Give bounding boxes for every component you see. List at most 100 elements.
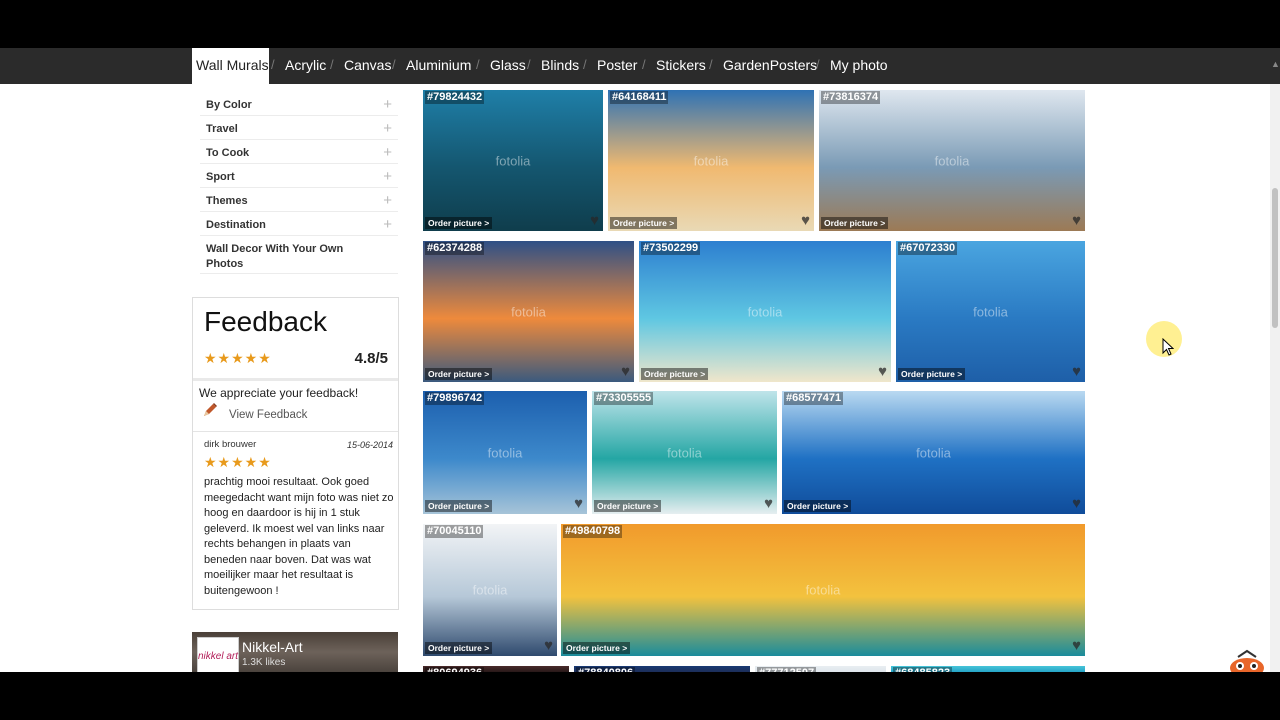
nav-item-canvas[interactable]: Canvas <box>340 48 391 84</box>
fotolia-watermark: fotolia <box>495 153 531 168</box>
photo-id: #79824432 <box>425 91 485 104</box>
fotolia-watermark: fotolia <box>487 445 523 460</box>
order-picture-link[interactable]: Order picture > <box>425 500 493 512</box>
facebook-page-widget[interactable]: nikkel art Nikkel-Art 1.3K likes <box>192 632 398 672</box>
gallery-photo-tile[interactable]: #73816374 fotolia Order picture > ♥ <box>819 90 1085 231</box>
nav-item-acrylic[interactable]: Acrylic <box>281 48 327 84</box>
pencil-icon <box>204 403 217 416</box>
divider <box>193 378 398 381</box>
photo-id: #78840806 <box>576 667 636 672</box>
expand-plus-icon[interactable]: + <box>383 168 392 185</box>
gallery-photo-tile[interactable]: #70045110 fotolia Order picture > ♥ <box>423 524 557 656</box>
expand-plus-icon[interactable]: + <box>383 96 392 113</box>
sidebar-item-label: By Color <box>206 99 252 111</box>
review-text: prachtig mooi resultaat. Ook goed meeged… <box>204 476 394 597</box>
scroll-up-arrow-icon[interactable]: ▲ <box>1271 60 1280 69</box>
order-picture-link[interactable]: Order picture > <box>821 217 889 229</box>
gallery-photo-tile[interactable]: #62374288 fotolia Order picture > ♥ <box>423 241 634 382</box>
review-author: dirk brouwer <box>204 439 257 450</box>
gallery-photo-tile[interactable]: #80694936 <box>423 666 569 672</box>
nav-item-my-photo[interactable]: My photo <box>826 48 890 84</box>
order-picture-link[interactable]: Order picture > <box>425 642 493 654</box>
scrollbar-thumb[interactable] <box>1272 188 1278 328</box>
gallery-photo-tile[interactable]: #68577471 fotolia Order picture > ♥ <box>782 391 1085 514</box>
nav-item-blinds[interactable]: Blinds <box>537 48 579 84</box>
order-picture-link[interactable]: Order picture > <box>610 217 678 229</box>
order-picture-link[interactable]: Order picture > <box>594 500 662 512</box>
feedback-rating-stars: ★★★★★ <box>204 350 272 366</box>
gallery-photo-tile[interactable]: #79896742 fotolia Order picture > ♥ <box>423 391 587 514</box>
nav-item-aluminium[interactable]: Aluminium <box>402 48 472 84</box>
fotolia-watermark: fotolia <box>805 582 841 598</box>
gallery-photo-tile[interactable]: #78840806 <box>574 666 750 672</box>
top-navigation: Wall Murals Acrylic / Canvas / Aluminium / Glas… <box>0 48 1280 84</box>
sidebar-item-destination[interactable]: Destination + <box>200 212 398 236</box>
order-picture-link[interactable]: Order picture > <box>784 500 852 512</box>
expand-plus-icon[interactable]: + <box>383 144 392 161</box>
favorite-heart-icon[interactable]: ♥ <box>1072 212 1081 229</box>
favorite-heart-icon[interactable]: ♥ <box>1072 637 1081 654</box>
gallery-photo-tile[interactable]: #49840798 fotolia Order picture > ♥ <box>561 524 1085 656</box>
favorite-heart-icon[interactable]: ♥ <box>764 495 773 512</box>
order-picture-link[interactable]: Order picture > <box>641 368 709 380</box>
expand-plus-icon[interactable]: + <box>383 120 392 137</box>
feedback-thanks-text: We appreciate your feedback! <box>199 386 359 400</box>
nav-item-wall-murals[interactable]: Wall Murals <box>192 48 269 84</box>
view-feedback-link[interactable]: View Feedback <box>229 409 307 421</box>
favorite-heart-icon[interactable]: ♥ <box>590 212 599 229</box>
photo-id: #80694936 <box>425 667 485 672</box>
gallery-photo-tile[interactable]: #73305555 fotolia Order picture > ♥ <box>592 391 777 514</box>
nav-item-poster[interactable]: Poster <box>593 48 639 84</box>
favorite-heart-icon[interactable]: ♥ <box>574 495 583 512</box>
scrollbar-track[interactable] <box>1270 84 1280 672</box>
chat-mascot-icon[interactable] <box>1229 648 1267 672</box>
fotolia-watermark: fotolia <box>667 445 702 460</box>
photo-id: #62374288 <box>425 242 485 255</box>
sidebar-item-to-cook[interactable]: To Cook + <box>200 140 398 164</box>
nav-separator: / <box>527 57 531 72</box>
expand-plus-icon[interactable]: + <box>383 216 392 233</box>
facebook-page-name[interactable]: Nikkel-Art <box>242 639 303 655</box>
photo-id: #67072330 <box>898 242 958 255</box>
favorite-heart-icon[interactable]: ♥ <box>621 363 630 380</box>
sidebar-item-themes[interactable]: Themes + <box>200 188 398 212</box>
nav-item-glass[interactable]: Glass <box>486 48 526 84</box>
fotolia-watermark: fotolia <box>916 445 951 460</box>
photo-id: #73816374 <box>821 91 881 104</box>
fotolia-watermark: fotolia <box>973 304 1008 319</box>
sidebar-item-by-color[interactable]: By Color + <box>200 92 398 116</box>
photo-id: #77712507 <box>757 667 817 672</box>
nav-separator: / <box>330 57 334 72</box>
gallery-photo-tile[interactable]: #77712507 <box>755 666 886 672</box>
gallery-photo-tile[interactable]: #68485823 <box>891 666 1085 672</box>
nav-separator: / <box>709 57 713 72</box>
facebook-likes-count: 1.3K likes <box>242 657 286 668</box>
order-picture-link[interactable]: Order picture > <box>898 368 966 380</box>
photo-id: #64168411 <box>610 91 669 104</box>
favorite-heart-icon[interactable]: ♥ <box>878 363 887 380</box>
nav-item-stickers[interactable]: Stickers <box>652 48 706 84</box>
favorite-heart-icon[interactable]: ♥ <box>544 637 553 654</box>
sidebar-item-label: Destination <box>206 219 266 231</box>
sidebar-item-label: To Cook <box>206 147 250 159</box>
order-picture-link[interactable]: Order picture > <box>425 368 493 380</box>
nav-separator: / <box>642 57 646 72</box>
favorite-heart-icon[interactable]: ♥ <box>1072 495 1081 512</box>
feedback-score: 4.8/5 <box>354 350 388 367</box>
order-picture-link[interactable]: Order picture > <box>425 217 493 229</box>
sidebar-item-travel[interactable]: Travel + <box>200 116 398 140</box>
sidebar-item-sport[interactable]: Sport + <box>200 164 398 188</box>
favorite-heart-icon[interactable]: ♥ <box>801 212 810 229</box>
order-picture-link[interactable]: Order picture > <box>563 642 631 654</box>
gallery-photo-tile[interactable]: #79824432 fotolia Order picture > ♥ <box>423 90 603 231</box>
gallery-photo-tile[interactable]: #73502299 fotolia Order picture > ♥ <box>639 241 891 382</box>
photo-id: #68485823 <box>893 667 953 672</box>
gallery-photo-tile[interactable]: #64168411 fotolia Order picture > ♥ <box>608 90 814 231</box>
favorite-heart-icon[interactable]: ♥ <box>1072 363 1081 380</box>
nav-separator: / <box>583 57 587 72</box>
sidebar-item-wall-decor-with-your-own-photos[interactable]: Wall Decor With Your Own Photos <box>200 236 398 274</box>
feedback-title: Feedback <box>204 306 327 337</box>
expand-plus-icon[interactable]: + <box>383 192 392 209</box>
gallery-photo-tile[interactable]: #67072330 fotolia Order picture > ♥ <box>896 241 1085 382</box>
nav-item-gardenposters[interactable]: GardenPosters <box>719 48 817 84</box>
